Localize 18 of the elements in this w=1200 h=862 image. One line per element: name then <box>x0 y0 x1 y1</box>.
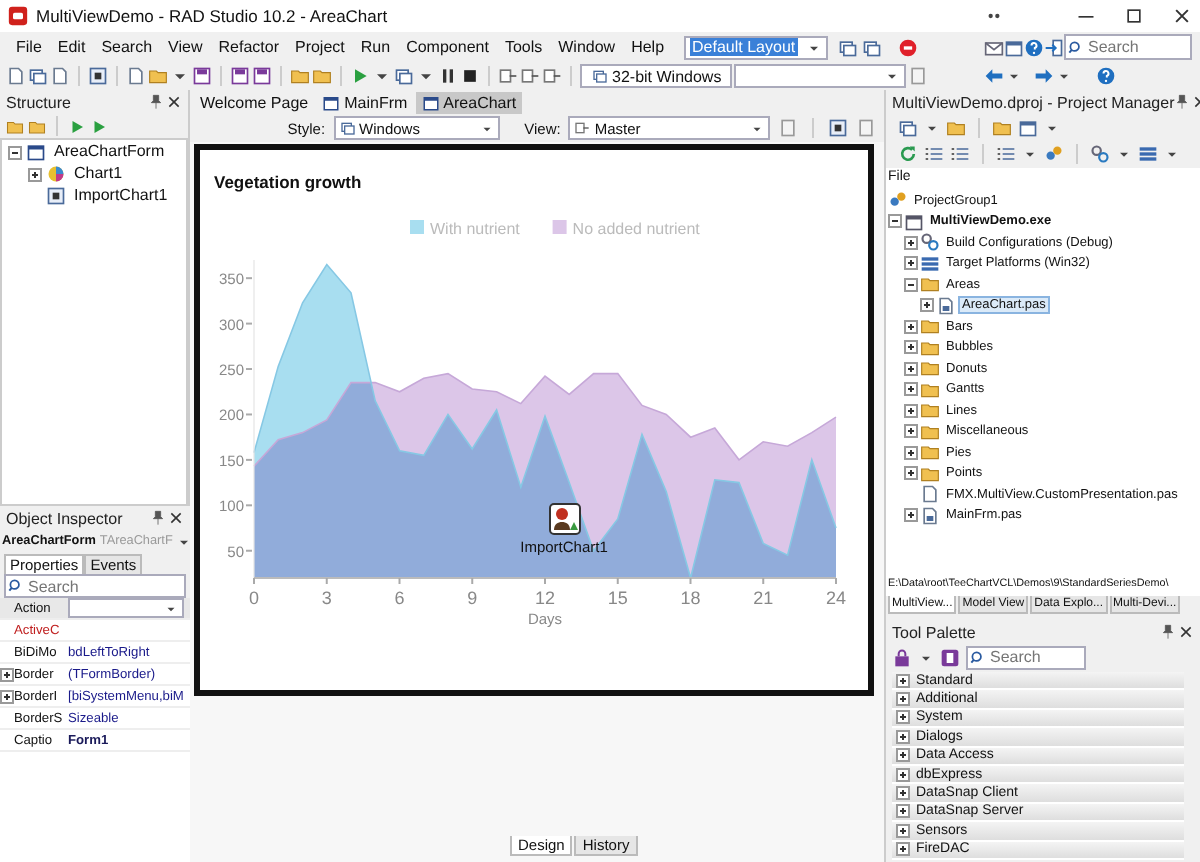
x-axis: 0 3 6 9 12 15 18 21 24 <box>249 577 846 608</box>
x-tick-label: 0 <box>248 588 260 608</box>
legend-label: With nutrient <box>430 220 520 238</box>
legend-label: No added nutrient <box>572 220 700 238</box>
x-tick-label: 3 <box>321 588 332 608</box>
x-tick-label: 6 <box>394 588 405 608</box>
x-tick-label: 15 <box>607 588 628 608</box>
window-title: MultiViewDemo - RAD Studio 10.2 - AreaChart <box>36 6 390 26</box>
panel-title: Structure <box>6 93 71 111</box>
chart-title: Vegetation growth <box>214 172 362 192</box>
x-tick-label: 24 <box>825 588 847 608</box>
x-tick-label: 9 <box>467 588 478 608</box>
panel-title: MultiViewDemo.dproj - Project Manager <box>892 93 1175 111</box>
x-tick-label: 18 <box>680 588 701 608</box>
x-tick-label: 21 <box>753 588 774 608</box>
x-tick-label: 12 <box>534 588 556 608</box>
panel-title: Tool Palette <box>892 623 976 641</box>
panel-title: Object Inspector <box>6 509 123 527</box>
